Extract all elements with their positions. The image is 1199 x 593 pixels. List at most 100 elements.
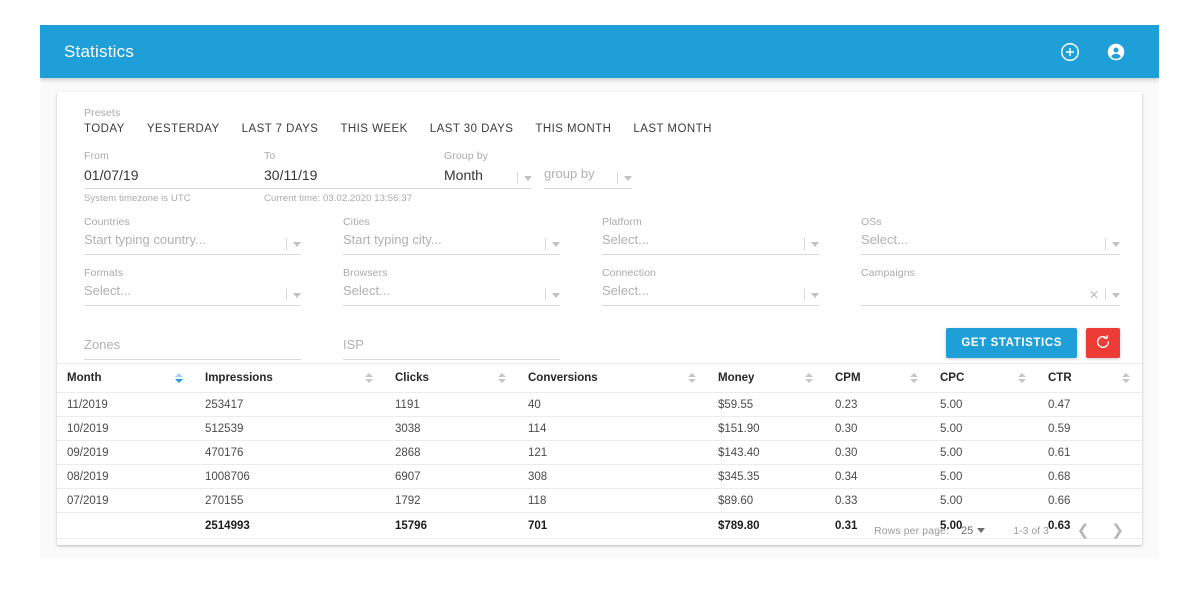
campaigns-adornment: ✕ bbox=[1089, 289, 1120, 305]
column-header-clicks[interactable]: Clicks bbox=[385, 363, 518, 393]
chevron-down-icon bbox=[977, 528, 986, 533]
to-field-group: To 30/11/19 Current time: 03.02.2020 13:… bbox=[264, 149, 444, 204]
preset-this-week[interactable]: THIS WEEK bbox=[340, 123, 407, 135]
formats-placeholder: Select... bbox=[84, 283, 131, 298]
get-statistics-button[interactable]: GET STATISTICS bbox=[946, 328, 1077, 358]
chevron-down-icon[interactable] bbox=[1112, 241, 1120, 247]
cell-month: 09/2019 bbox=[57, 440, 195, 465]
preset-today[interactable]: TODAY bbox=[84, 123, 125, 135]
preset-yesterday[interactable]: YESTERDAY bbox=[147, 123, 220, 135]
table-row[interactable]: 11/2019 253417 1191 40 $59.55 0.23 5.00 … bbox=[57, 392, 1142, 417]
group-by-primary-select[interactable]: Month bbox=[444, 163, 532, 189]
pagination-nav: ❮ ❯ bbox=[1077, 523, 1124, 538]
column-header-cpc[interactable]: CPC bbox=[930, 363, 1038, 393]
chevron-down-icon[interactable] bbox=[293, 292, 301, 298]
to-date-input[interactable]: 30/11/19 bbox=[264, 163, 444, 189]
oss-select[interactable]: Select... bbox=[861, 229, 1120, 255]
divider-icon bbox=[1105, 238, 1106, 250]
close-x-icon[interactable]: ✕ bbox=[1089, 289, 1099, 301]
column-label: Conversions bbox=[528, 372, 598, 384]
date-range-row: From 01/07/19 System timezone is UTC To … bbox=[84, 149, 1120, 204]
sort-icon[interactable] bbox=[1018, 373, 1026, 383]
divider-icon bbox=[1105, 289, 1106, 301]
rows-per-page-select[interactable]: 25 bbox=[960, 524, 986, 537]
sort-icon[interactable] bbox=[175, 373, 183, 383]
column-header-conversions[interactable]: Conversions bbox=[518, 363, 708, 393]
cell-impressions: 1008706 bbox=[195, 464, 385, 489]
group-by-primary-adornment bbox=[517, 172, 532, 188]
formats-label: Formats bbox=[84, 267, 124, 279]
from-date-value: 01/07/19 bbox=[84, 167, 139, 183]
from-date-input[interactable]: 01/07/19 bbox=[84, 163, 264, 189]
column-label: Money bbox=[718, 372, 755, 384]
cell-cpm: 0.30 bbox=[825, 416, 930, 441]
rows-per-page-value: 25 bbox=[960, 524, 974, 537]
sort-icon[interactable] bbox=[365, 373, 373, 383]
column-header-ctr[interactable]: CTR bbox=[1038, 363, 1142, 393]
cell-cpc: 5.00 bbox=[930, 392, 1038, 417]
platform-select[interactable]: Select... bbox=[602, 229, 819, 255]
browsers-select[interactable]: Select... bbox=[343, 280, 560, 306]
preset-last-month[interactable]: LAST MONTH bbox=[633, 123, 711, 135]
platform-label: Platform bbox=[602, 216, 642, 228]
sort-icon[interactable] bbox=[805, 373, 813, 383]
chevron-down-icon[interactable] bbox=[552, 292, 560, 298]
cell-conversions: 121 bbox=[518, 440, 708, 465]
cell-total-month bbox=[57, 512, 195, 539]
group-by-field-group: Group by Month group by bbox=[444, 149, 644, 204]
cell-cpm: 0.33 bbox=[825, 488, 930, 513]
sort-icon[interactable] bbox=[910, 373, 918, 383]
cell-clicks: 1792 bbox=[385, 488, 518, 513]
column-label: CPC bbox=[940, 372, 965, 384]
column-label: Impressions bbox=[205, 372, 273, 384]
preset-this-month[interactable]: THIS MONTH bbox=[535, 123, 611, 135]
preset-last-30-days[interactable]: LAST 30 DAYS bbox=[430, 123, 514, 135]
countries-adornment bbox=[286, 238, 301, 254]
campaigns-label: Campaigns bbox=[861, 267, 916, 279]
table-row[interactable]: 08/2019 1008706 6907 308 $345.35 0.34 5.… bbox=[57, 464, 1142, 489]
chevron-down-icon[interactable] bbox=[811, 292, 819, 298]
column-header-impressions[interactable]: Impressions bbox=[195, 363, 385, 393]
table-row[interactable]: 10/2019 512539 3038 114 $151.90 0.30 5.0… bbox=[57, 416, 1142, 441]
group-by-secondary-select[interactable]: group by bbox=[544, 163, 632, 189]
statistics-app: Statistics Presets TODAY YESTERDAY LAST … bbox=[40, 25, 1159, 558]
table-row[interactable]: 07/2019 270155 1792 118 $89.60 0.33 5.00… bbox=[57, 488, 1142, 513]
browsers-label: Browsers bbox=[343, 267, 388, 279]
formats-select[interactable]: Select... bbox=[84, 280, 301, 306]
connection-select[interactable]: Select... bbox=[602, 280, 819, 306]
filter-actions: GET STATISTICS bbox=[946, 328, 1120, 360]
chevron-down-icon[interactable] bbox=[624, 175, 632, 181]
campaigns-select[interactable]: ✕ bbox=[861, 280, 1120, 306]
sort-icon[interactable] bbox=[688, 373, 696, 383]
divider-icon bbox=[286, 238, 287, 250]
cell-cpc: 5.00 bbox=[930, 464, 1038, 489]
column-header-month[interactable]: Month bbox=[57, 363, 195, 393]
countries-input[interactable]: Start typing country... bbox=[84, 229, 301, 255]
chevron-down-icon[interactable] bbox=[524, 175, 532, 181]
zones-input[interactable]: Zones bbox=[84, 334, 301, 360]
preset-last-7-days[interactable]: LAST 7 DAYS bbox=[242, 123, 319, 135]
plus-circle-icon[interactable] bbox=[1059, 41, 1081, 63]
cities-input[interactable]: Start typing city... bbox=[343, 229, 560, 255]
statistics-table-container: Month Impressions Clicks Conversions Mon… bbox=[57, 363, 1142, 539]
cell-money: $151.90 bbox=[708, 416, 825, 441]
cell-money: $59.55 bbox=[708, 392, 825, 417]
chevron-down-icon[interactable] bbox=[811, 241, 819, 247]
chevron-down-icon[interactable] bbox=[293, 241, 301, 247]
isp-input[interactable]: ISP bbox=[343, 334, 560, 360]
chevron-left-icon[interactable]: ❮ bbox=[1077, 523, 1090, 538]
chevron-down-icon[interactable] bbox=[552, 241, 560, 247]
column-header-cpm[interactable]: CPM bbox=[825, 363, 930, 393]
chevron-down-icon[interactable] bbox=[1112, 292, 1120, 298]
divider-icon bbox=[804, 289, 805, 301]
group-by-secondary-placeholder: group by bbox=[544, 166, 595, 181]
table-row[interactable]: 09/2019 470176 2868 121 $143.40 0.30 5.0… bbox=[57, 440, 1142, 465]
reset-filters-button[interactable] bbox=[1086, 328, 1120, 358]
chevron-right-icon[interactable]: ❯ bbox=[1111, 523, 1124, 538]
sort-icon[interactable] bbox=[1122, 373, 1130, 383]
cell-cpm: 0.23 bbox=[825, 392, 930, 417]
cell-cpm: 0.30 bbox=[825, 440, 930, 465]
account-circle-icon[interactable] bbox=[1105, 41, 1127, 63]
sort-icon[interactable] bbox=[498, 373, 506, 383]
column-header-money[interactable]: Money bbox=[708, 363, 825, 393]
